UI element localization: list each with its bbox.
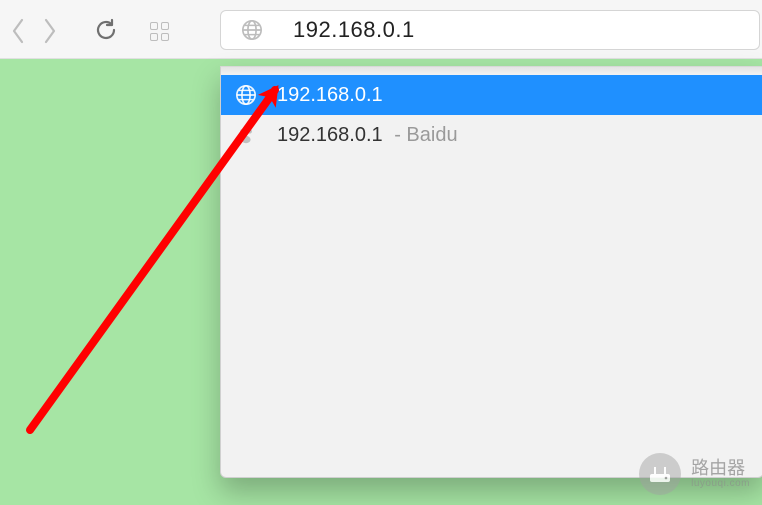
- watermark: 路由器 luyouqi.com: [639, 453, 750, 495]
- suggestion-item[interactable]: 192.168.0.1: [221, 75, 762, 115]
- watermark-title: 路由器: [691, 459, 750, 479]
- globe-icon: [241, 19, 263, 41]
- page-background-left: [0, 58, 218, 505]
- watermark-subtitle: luyouqi.com: [691, 478, 750, 489]
- forward-button[interactable]: [42, 18, 62, 46]
- back-button[interactable]: [10, 18, 30, 46]
- baidu-favicon: [235, 124, 257, 146]
- refresh-button[interactable]: [94, 18, 120, 44]
- dropdown-top-shade: [221, 67, 762, 75]
- suggestion-suffix: - Baidu: [389, 124, 458, 146]
- address-bar-text: 192.168.0.1: [293, 17, 415, 43]
- suggestion-text: 192.168.0.1: [277, 124, 383, 146]
- suggestion-item[interactable]: 192.168.0.1 - Baidu: [221, 115, 762, 155]
- globe-icon: [235, 84, 257, 106]
- speed-dial-button[interactable]: [150, 22, 169, 41]
- browser-toolbar: 192.168.0.1: [0, 0, 762, 59]
- address-suggestions-dropdown: 192.168.0.1 192.168.0.1 - Baidu: [220, 66, 762, 478]
- suggestion-label: 192.168.0.1 - Baidu: [277, 124, 458, 147]
- suggestion-label: 192.168.0.1: [277, 84, 383, 107]
- router-icon: [639, 453, 681, 495]
- address-bar[interactable]: 192.168.0.1: [220, 10, 760, 50]
